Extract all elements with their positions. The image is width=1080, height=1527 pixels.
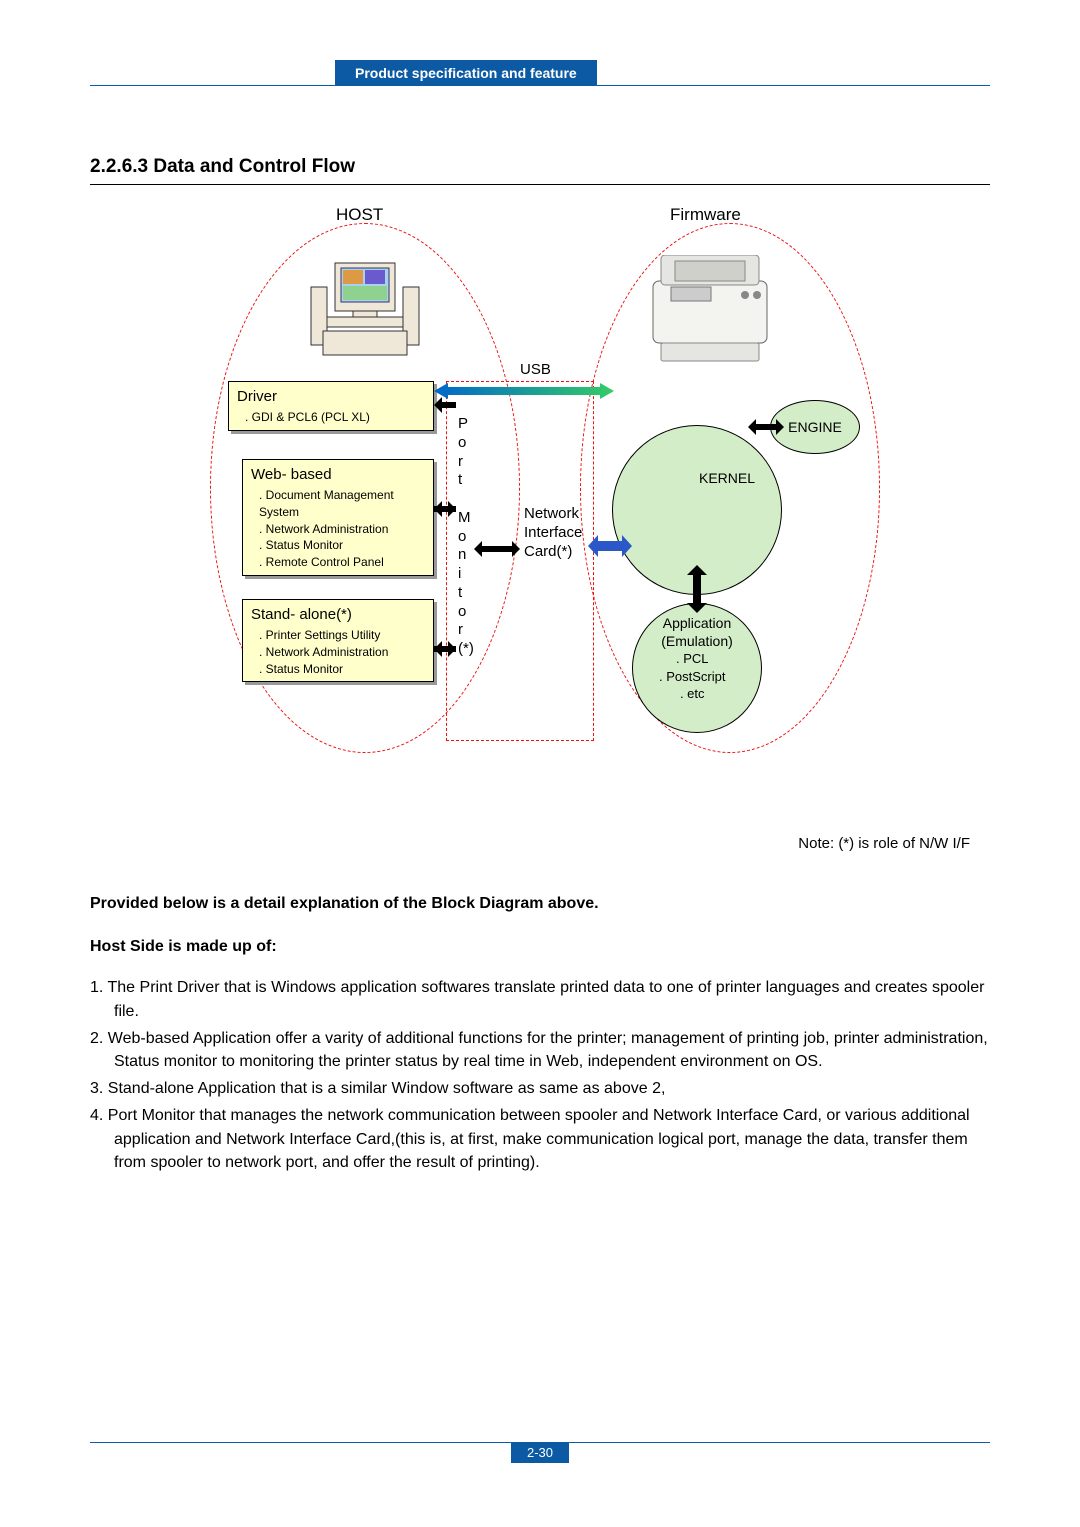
driver-arrow <box>434 397 456 413</box>
web-arrow <box>434 501 456 517</box>
kernel-app-arrow <box>687 565 707 613</box>
web-header: Web- based <box>251 464 425 485</box>
host-side-list: 1. The Print Driver that is Windows appl… <box>90 976 990 1174</box>
standalone-item-2: . Status Monitor <box>251 661 425 678</box>
standalone-item-1: . Network Administration <box>251 644 425 661</box>
web-item-0: . Document Management System <box>251 487 425 521</box>
app-item-0: . PCL <box>659 650 725 668</box>
web-item-1: . Network Administration <box>251 521 425 538</box>
kernel-engine-arrow <box>748 419 784 435</box>
firmware-group-label: Firmware <box>670 205 741 225</box>
standalone-box: Stand- alone(*) . Printer Settings Utili… <box>242 599 434 682</box>
usb-label: USB <box>520 361 551 378</box>
usb-arrow <box>434 381 614 401</box>
portmon-nic-arrow <box>474 541 520 557</box>
host-group-label: HOST <box>336 205 383 225</box>
body-text: Provided below is a detail explanation o… <box>90 892 990 1174</box>
section-title: 2.2.6.3 Data and Control Flow <box>90 156 990 185</box>
web-box: Web- based . Document Management System … <box>242 459 434 576</box>
block-diagram: HOST Firmware Dri <box>190 205 890 805</box>
list-item: 2. Web-based Application offer a varity … <box>90 1027 990 1073</box>
standalone-arrow <box>434 641 456 657</box>
application-title: Application (Emulation) <box>633 614 761 650</box>
engine-label: ENGINE <box>788 419 842 435</box>
nic-kernel-arrow <box>588 535 632 557</box>
explanation-heading: Provided below is a detail explanation o… <box>90 892 990 915</box>
note-line: Note: (*) is role of N/W I/F <box>90 835 990 852</box>
driver-item-0: . GDI & PCL6 (PCL XL) <box>237 409 425 426</box>
driver-box: Driver . GDI & PCL6 (PCL XL) <box>228 381 434 431</box>
driver-header: Driver <box>237 386 425 407</box>
app-item-2: . etc <box>659 685 725 703</box>
printer-icon <box>635 255 785 370</box>
app-item-1: . PostScript <box>659 668 725 686</box>
list-item: 3. Stand-alone Application that is a sim… <box>90 1077 990 1100</box>
computer-icon <box>305 255 425 365</box>
kernel-label: KERNEL <box>639 470 755 550</box>
page-number: 2-30 <box>511 1442 569 1463</box>
web-item-3: . Remote Control Panel <box>251 554 425 571</box>
footer-bar: 2-30 <box>90 1442 990 1463</box>
port-monitor-label: P o r t M o n i t o r (*) <box>458 415 474 659</box>
web-item-2: . Status Monitor <box>251 537 425 554</box>
header-bar: Product specification and feature <box>90 60 990 86</box>
list-item: 4. Port Monitor that manages the network… <box>90 1104 990 1174</box>
standalone-item-0: . Printer Settings Utility <box>251 627 425 644</box>
list-item: 1. The Print Driver that is Windows appl… <box>90 976 990 1022</box>
application-ellipse: Application (Emulation) . PCL . PostScri… <box>632 603 762 733</box>
standalone-header: Stand- alone(*) <box>251 604 425 625</box>
header-tab: Product specification and feature <box>335 60 597 86</box>
host-side-heading: Host Side is made up of: <box>90 935 990 958</box>
